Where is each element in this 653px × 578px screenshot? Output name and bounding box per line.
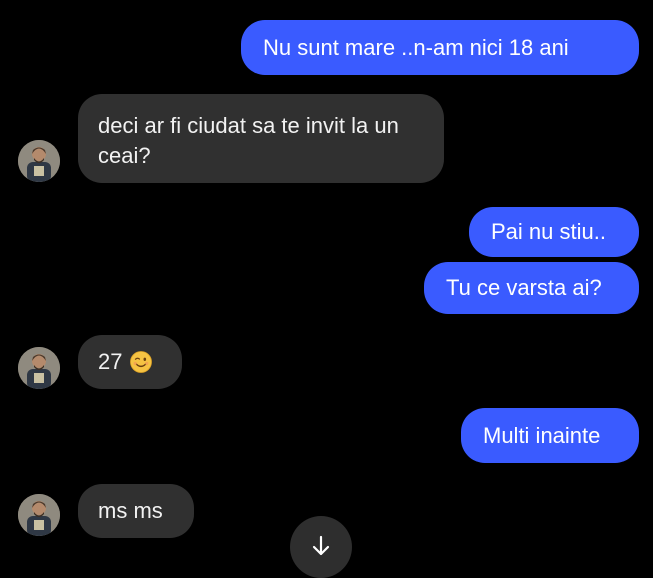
message-text: deci ar fi ciudat sa te invit la un ceai… xyxy=(98,113,399,168)
message-bubble-outgoing[interactable]: Nu sunt mare ..n-am nici 18 ani xyxy=(241,20,639,75)
avatar[interactable] xyxy=(18,347,60,389)
winking-face-emoji xyxy=(130,351,153,373)
message-text: Pai nu stiu.. xyxy=(491,219,606,244)
chat-thread: Nu sunt mare ..n-am nici 18 ani deci ar … xyxy=(0,0,653,578)
message-bubble-incoming[interactable]: 27 xyxy=(78,335,182,389)
avatar-photo xyxy=(18,347,60,389)
message-bubble-incoming[interactable]: deci ar fi ciudat sa te invit la un ceai… xyxy=(78,94,444,183)
message-text: Multi inainte xyxy=(483,422,601,448)
message-text: Nu sunt mare ..n-am nici 18 ani xyxy=(263,34,569,60)
message-bubble-outgoing[interactable]: Multi inainte xyxy=(461,408,639,463)
message-bubble-outgoing[interactable]: Tu ce varsta ai? xyxy=(424,262,639,314)
scroll-down-button[interactable] xyxy=(290,516,352,578)
message-text: 27 xyxy=(98,349,123,374)
message-bubble-outgoing[interactable]: Pai nu stiu.. xyxy=(469,207,639,257)
avatar[interactable] xyxy=(18,494,60,536)
avatar[interactable] xyxy=(18,140,60,182)
arrow-down-icon xyxy=(312,535,330,556)
avatar-photo xyxy=(18,494,60,536)
avatar-photo xyxy=(18,140,60,182)
message-text: Tu ce varsta ai? xyxy=(446,275,602,300)
message-text: ms ms xyxy=(98,498,163,523)
message-bubble-incoming[interactable]: ms ms xyxy=(78,484,194,538)
